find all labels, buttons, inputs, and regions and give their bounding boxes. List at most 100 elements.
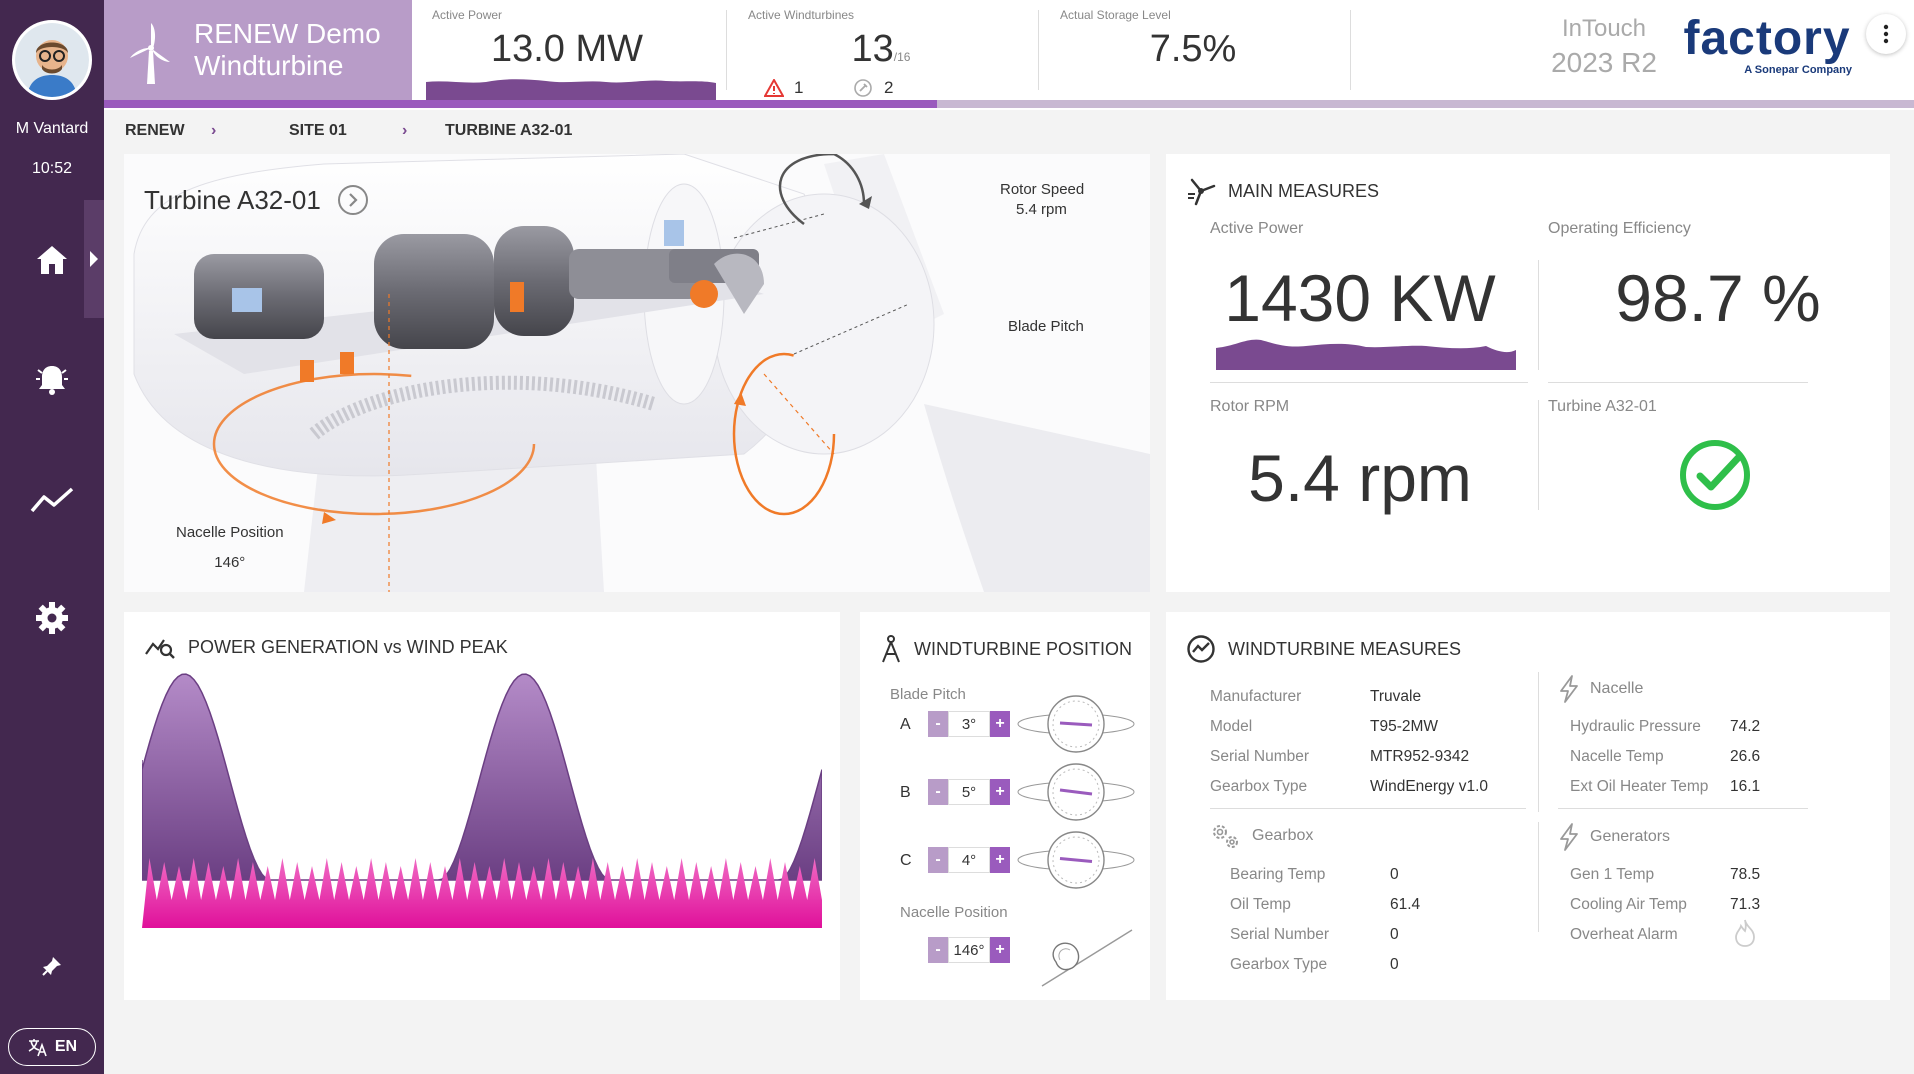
kpi-separator [726,10,727,90]
kpi-alarm-count[interactable]: 1 [764,78,803,98]
rotor-speed-label: Rotor Speed [1000,181,1085,198]
kpi-active-power-sparkline [426,79,716,100]
turbine-title-text: Turbine A32-01 [144,184,321,215]
measure-value: 26.6 [1730,748,1761,765]
kpi-active-power-value: 13.0 MW [490,28,644,70]
rotor-rpm-value: 5.4 rpm [1248,441,1472,515]
nav-item-alarms[interactable] [0,340,104,420]
divider [1548,382,1808,383]
pin-button[interactable] [0,955,104,977]
blade-c-increment-button[interactable]: + [990,847,1010,873]
nacelle-decrement-button[interactable]: - [928,937,948,963]
brand-name: factory [1683,12,1851,65]
windturbine-measures-header: WINDTURBINE MEASURES [1186,634,1461,664]
kpi-separator [1350,10,1351,90]
rotor-speed-annotation: Rotor Speed 5.4 rpm [1000,180,1084,220]
compass-icon [882,635,900,663]
blade-c-pitch-stepper: - 4° + [928,846,1010,874]
kpi-maintenance-count[interactable]: 2 [854,78,893,98]
turbine-title[interactable]: Turbine A32-01 [144,184,369,216]
rotor-rpm-label: Rotor RPM [1210,398,1290,415]
blade-b-pitch-gauge [1017,763,1135,821]
breadcrumb-item-turbine[interactable]: TURBINE A32-01 [445,122,572,140]
user-name: M Vantard [15,120,89,137]
kpi-storage[interactable]: Actual Storage Level 7.5% [1040,0,1346,100]
blade-b-pitch-stepper: - 5° + [928,778,1010,806]
avatar[interactable] [12,20,92,100]
measure-value: Truvale [1370,688,1422,705]
measure-key: Hydraulic Pressure [1570,718,1701,735]
windturbine-position-panel: WINDTURBINE POSITION Blade Pitch A - 3° … [860,612,1150,1000]
breadcrumb-item-renew[interactable]: RENEW [125,122,185,140]
kpi-windturbines-values: 13/16 [728,28,1034,71]
measure-key: Oil Temp [1230,896,1291,913]
sidebar: M Vantard 10:52 EN [0,0,104,1074]
more-menu-button[interactable] [1866,14,1906,54]
home-icon [37,246,67,274]
app-title-line2: Windturbine [194,50,344,81]
breadcrumb-item-site[interactable]: SITE 01 [289,122,347,140]
nacelle-position-annotation: Nacelle Position 146° [176,518,284,578]
bell-icon [36,366,68,395]
divider [1538,400,1539,510]
windturbine-position-header: WINDTURBINE POSITION [880,634,1132,664]
main-measures-header: MAIN MEASURES [1186,176,1379,206]
translate-icon [28,1039,47,1057]
main-measures-panel: MAIN MEASURES Active Power 1430 KW Opera… [1166,154,1890,592]
app-title: RENEW Demo Windturbine [194,18,381,82]
measure-key: Gen 1 Temp [1570,866,1655,883]
nacelle-position-input[interactable]: 146° [948,937,990,963]
measure-value: 78.5 [1730,866,1761,883]
blade-b-increment-button[interactable]: + [990,779,1010,805]
divider [1538,672,1539,812]
measure-key: Serial Number [1210,748,1310,765]
power-generation-header: POWER GENERATION vs WIND PEAK [144,634,508,660]
rotor-speed-value: 5.4 rpm [1016,201,1067,218]
brand-logo: factory A Sonepar Company [1672,12,1862,77]
blade-b-pitch-input[interactable]: 5° [948,779,990,805]
blade-pitch-section-label: Blade Pitch [890,686,966,703]
nacelle-position-stepper: - 146° + [928,936,1010,964]
kpi-storage-label: Actual Storage Level [1060,8,1171,22]
divider [1538,822,1539,932]
measure-key: Gearbox Type [1210,778,1308,795]
nacelle-position-value: 146° [214,554,246,571]
blade-c-decrement-button[interactable]: - [928,847,948,873]
warning-icon [764,79,784,97]
blade-a-label: A [900,716,911,733]
measure-value: T95-2MW [1370,718,1439,735]
main-measures-title: MAIN MEASURES [1228,180,1380,201]
kpi-active-power[interactable]: Active Power 13.0 MW [412,0,722,100]
active-power-sparkline [1216,339,1516,370]
kpi-active-power-label: Active Power [432,8,503,22]
windturbine-logo-icon [130,23,170,84]
kebab-icon [1883,24,1889,44]
blade-c-pitch-gauge [1017,831,1135,889]
gearbox-section-header: Gearbox [1210,822,1313,850]
blade-a-pitch-input[interactable]: 3° [948,711,990,737]
nav-item-settings[interactable] [0,578,104,658]
blade-a-increment-button[interactable]: + [990,711,1010,737]
active-power-label: Active Power [1210,220,1304,237]
app-tile[interactable]: RENEW Demo Windturbine [104,0,412,100]
generators-section-header: Generators [1558,822,1670,852]
language-selector[interactable]: EN [8,1028,96,1066]
nav-item-home[interactable] [0,220,104,300]
nav-item-trends[interactable] [0,460,104,540]
measure-key: Cooling Air Temp [1570,896,1687,913]
blade-pitch-annotation: Blade Pitch [1008,318,1084,335]
nacelle-increment-button[interactable]: + [990,937,1010,963]
gearbox-section-title: Gearbox [1252,827,1314,844]
kpi-active-windturbines[interactable]: Active Windturbines 13/16 1 2 [728,0,1034,100]
turbine-illustration-panel: Turbine A32-01 Rotor Speed 5.4 rpm Blade… [124,154,1150,592]
blade-b-decrement-button[interactable]: - [928,779,948,805]
breadcrumb-separator-icon: › [402,122,408,139]
app-root: M Vantard 10:52 EN RENEW Demo Windturbin… [0,0,1914,1074]
blade-c-pitch-input[interactable]: 4° [948,847,990,873]
divider [1538,260,1539,370]
wrench-circle-icon [854,79,872,97]
blade-a-decrement-button[interactable]: - [928,711,948,737]
gauge-icon [1187,635,1215,663]
turbine-status-label: Turbine A32-01 [1548,398,1657,415]
kpi-windturbines-value: 13 [851,28,894,70]
